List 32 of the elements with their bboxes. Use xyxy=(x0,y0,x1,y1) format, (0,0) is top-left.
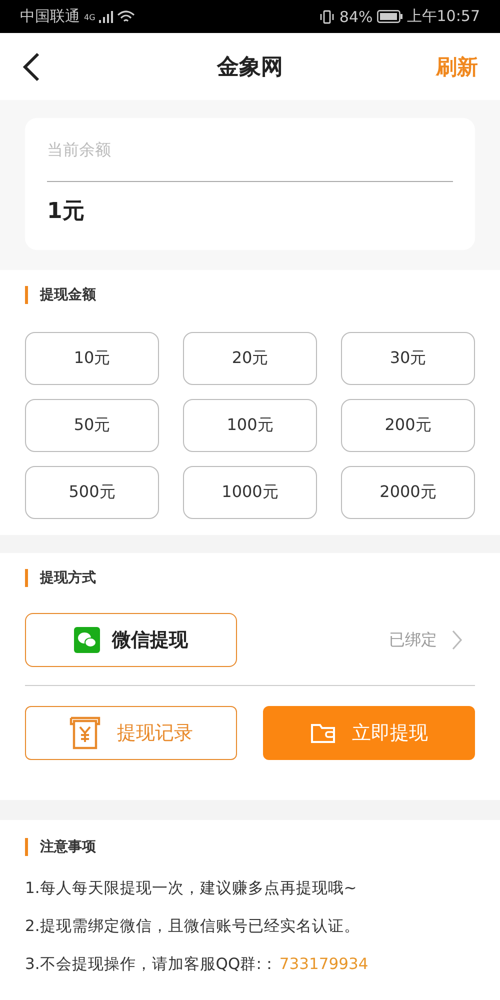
amount-option[interactable]: 10元 xyxy=(25,332,159,385)
amount-option[interactable]: 200元 xyxy=(341,399,475,452)
page-title: 金象网 xyxy=(217,54,283,82)
section-title: 提现金额 xyxy=(25,286,475,304)
wifi-icon xyxy=(117,10,136,24)
amount-option[interactable]: 1000元 xyxy=(183,466,317,519)
network-text: 4G xyxy=(84,13,96,22)
note-text: 2.提现需绑定微信，且微信账号已经实名认证。 xyxy=(25,916,361,937)
amount-option[interactable]: 100元 xyxy=(183,399,317,452)
amount-option[interactable]: 50元 xyxy=(25,399,159,452)
wechat-withdraw-button[interactable]: 微信提现 xyxy=(25,613,237,667)
note-text: 1.每人每天限提现一次，建议赚多点再提现哦~ xyxy=(25,878,358,899)
receipt-yen-icon xyxy=(69,716,101,750)
balance-label: 当前余额 xyxy=(47,140,453,182)
wallet-icon xyxy=(310,722,336,744)
balance-value: 1元 xyxy=(47,198,86,226)
time-text: 上午10:57 xyxy=(406,7,480,26)
carrier-text: 中国联通 xyxy=(20,7,80,26)
section-title: 注意事项 xyxy=(25,838,475,856)
bind-status: 已绑定 xyxy=(389,630,437,650)
note-text: 3.不会提现操作，请加客服QQ群:：733179934 xyxy=(25,954,370,975)
chat-bubbles-icon xyxy=(74,627,100,653)
amount-option[interactable]: 20元 xyxy=(183,332,317,385)
battery-text: 84% xyxy=(339,8,373,26)
signal-icon xyxy=(99,10,114,22)
battery-icon xyxy=(376,10,403,23)
amount-option[interactable]: 2000元 xyxy=(341,466,475,519)
section-title: 提现方式 xyxy=(25,569,475,587)
back-icon[interactable] xyxy=(22,52,40,82)
amount-option[interactable]: 500元 xyxy=(25,466,159,519)
vibrate-icon xyxy=(319,10,336,24)
amount-option[interactable]: 30元 xyxy=(341,332,475,385)
